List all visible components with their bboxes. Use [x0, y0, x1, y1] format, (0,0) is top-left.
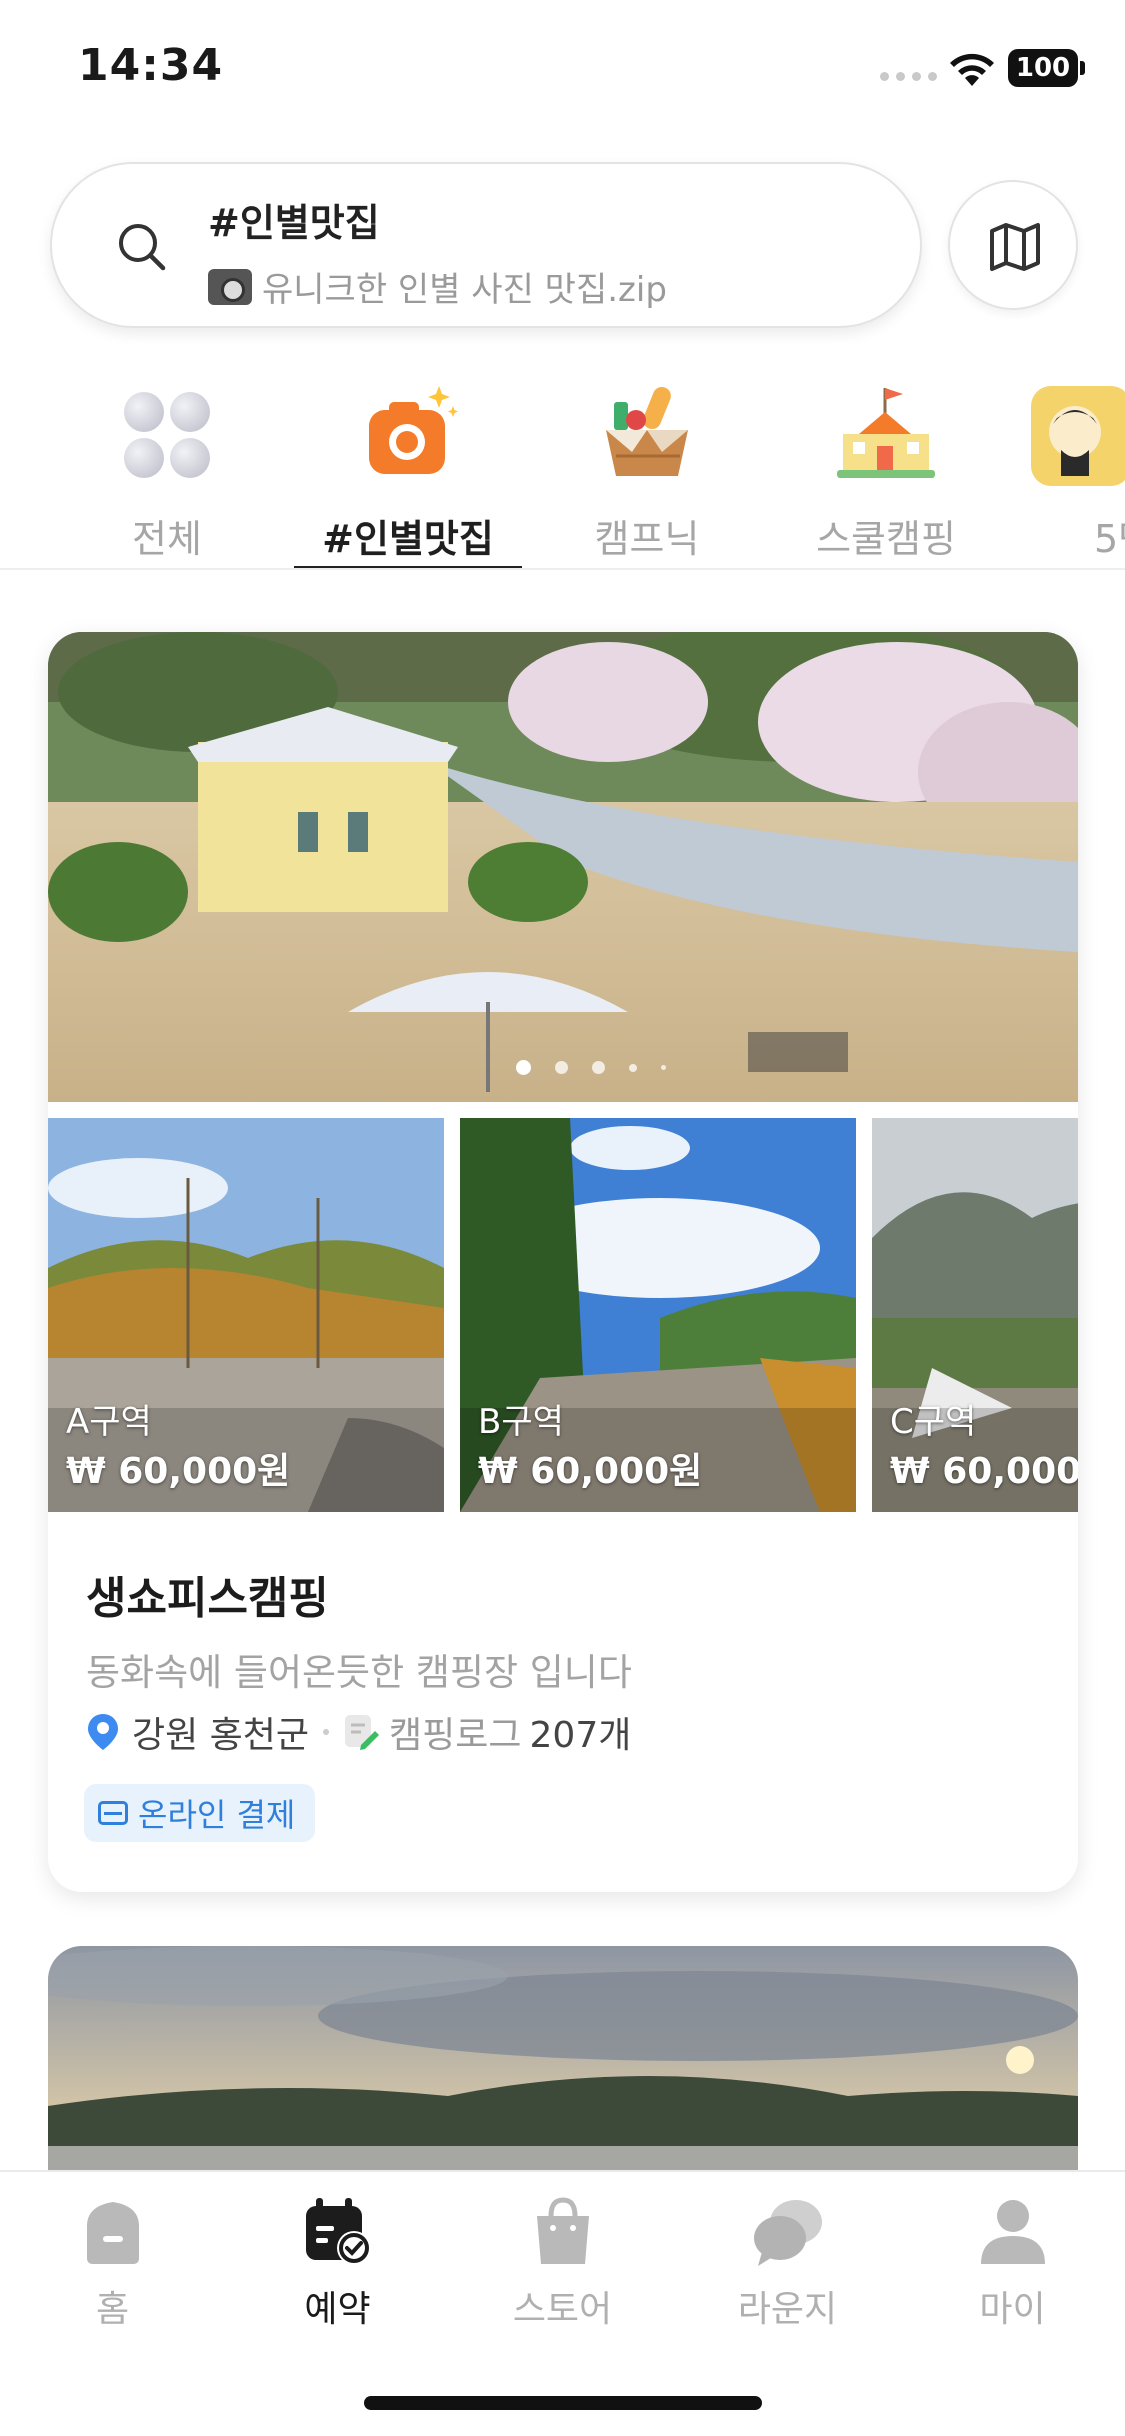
meta-separator — [323, 1729, 330, 1735]
tab-all[interactable]: 전체 — [52, 370, 282, 568]
map-icon — [990, 223, 1040, 271]
nav-label: 마이 — [979, 2289, 1046, 2330]
nav-store[interactable]: 스토어 — [450, 2196, 675, 2330]
credit-card-icon — [98, 1801, 128, 1825]
tab-label: 전체 — [132, 517, 202, 561]
tab-label: #인별맛집 — [322, 517, 494, 561]
zone-card[interactable]: C구역 ₩ 60,000원 — [872, 1118, 1078, 1512]
nav-label: 예약 — [304, 2289, 371, 2330]
active-tab-indicator — [294, 566, 522, 568]
nav-home[interactable]: 홈 — [0, 2196, 225, 2330]
payment-badge-label: 온라인 결제 — [138, 1796, 296, 1834]
nav-label: 홈 — [95, 2289, 130, 2330]
tab-label: 캠프닉 — [594, 517, 700, 561]
home-indicator — [364, 2396, 762, 2410]
search-bar[interactable]: #인별맛집 유니크한 인별 사진 맛집.zip — [50, 162, 922, 328]
banknote-icon — [1031, 386, 1125, 486]
tab-label: 5만원 — [1093, 517, 1125, 561]
camping-log-label: 캠핑로그 — [389, 1715, 522, 1756]
zone-price: ₩ 60,000원 — [66, 1451, 291, 1492]
campsite-card[interactable]: A구역 ₩ 60,000원 B구역 ₩ 60,000원 C구역 ₩ 60,000… — [48, 632, 1078, 1892]
zone-name: B구역 — [478, 1402, 564, 1442]
zone-carousel[interactable]: A구역 ₩ 60,000원 B구역 ₩ 60,000원 C구역 ₩ 60,000 — [48, 1118, 1078, 1512]
location-pin-icon — [88, 1714, 118, 1750]
camping-log-count: 207개 — [529, 1715, 632, 1756]
status-bar: 14:34 100 — [0, 0, 1125, 140]
online-payment-badge: 온라인 결제 — [84, 1784, 316, 1842]
nav-lounge[interactable]: 라운지 — [675, 2196, 900, 2330]
map-button[interactable] — [948, 180, 1078, 310]
zone-name: A구역 — [66, 1402, 152, 1442]
category-tabs: 전체 #인별맛집 캠프닉 스쿨캠핑 5 — [0, 370, 1125, 570]
tab-campnic[interactable]: 캠프닉 — [532, 370, 762, 568]
chat-bubbles-icon — [753, 2200, 822, 2266]
tab-school-camping[interactable]: 스쿨캠핑 — [771, 370, 1001, 568]
campsite-description: 동화속에 들어온듯한 캠핑장 입니다 — [86, 1651, 632, 1694]
status-time: 14:34 — [78, 40, 224, 91]
nav-my[interactable]: 마이 — [900, 2196, 1125, 2330]
search-subtitle-row: 유니크한 인별 사진 맛집.zip — [208, 262, 667, 311]
zone-price: ₩ 60,000원 — [890, 1451, 1078, 1492]
campsite-meta: 강원 홍천군 캠핑로그 207개 — [86, 1706, 631, 1758]
campsite-location: 강원 홍천군 — [132, 1715, 310, 1756]
tab-50k-won[interactable]: 5만원 — [1012, 370, 1125, 568]
zone-name: C구역 — [890, 1402, 977, 1442]
zone-price: ₩ 60,000원 — [478, 1451, 703, 1492]
camera-flash-icon — [208, 268, 252, 305]
search-subtitle: 유니크한 인별 사진 맛집.zip — [262, 270, 667, 310]
search-icon — [119, 224, 166, 271]
zone-card[interactable]: A구역 ₩ 60,000원 — [48, 1118, 444, 1512]
campsite-name: 생쇼피스캠핑 — [86, 1573, 329, 1624]
nav-label: 라운지 — [737, 2289, 838, 2330]
campsite-photo — [48, 632, 1078, 1102]
home-icon — [86, 2202, 139, 2264]
camping-log-icon — [345, 1715, 380, 1750]
wifi-icon — [950, 53, 994, 86]
nav-reservation[interactable]: 예약 — [225, 2196, 450, 2330]
battery-icon: 100 — [1008, 49, 1085, 87]
calendar-check-icon — [305, 2198, 371, 2265]
nav-label: 스토어 — [512, 2289, 613, 2330]
tab-label: 스쿨캠핑 — [816, 517, 956, 561]
carousel-dots — [516, 1060, 666, 1075]
hero-image[interactable] — [48, 632, 1078, 1102]
person-icon — [980, 2200, 1045, 2264]
zone-card[interactable]: B구역 ₩ 60,000원 — [460, 1118, 856, 1512]
shopping-bag-icon — [536, 2197, 589, 2264]
picnic-basket-icon — [606, 386, 688, 476]
search-title: #인별맛집 — [208, 201, 380, 245]
camera-icon — [369, 386, 458, 474]
tab-instagram-spots[interactable]: #인별맛집 — [293, 370, 523, 568]
school-icon — [837, 388, 935, 478]
grid-icon — [124, 392, 210, 478]
cellular-signal-icon — [880, 72, 937, 81]
